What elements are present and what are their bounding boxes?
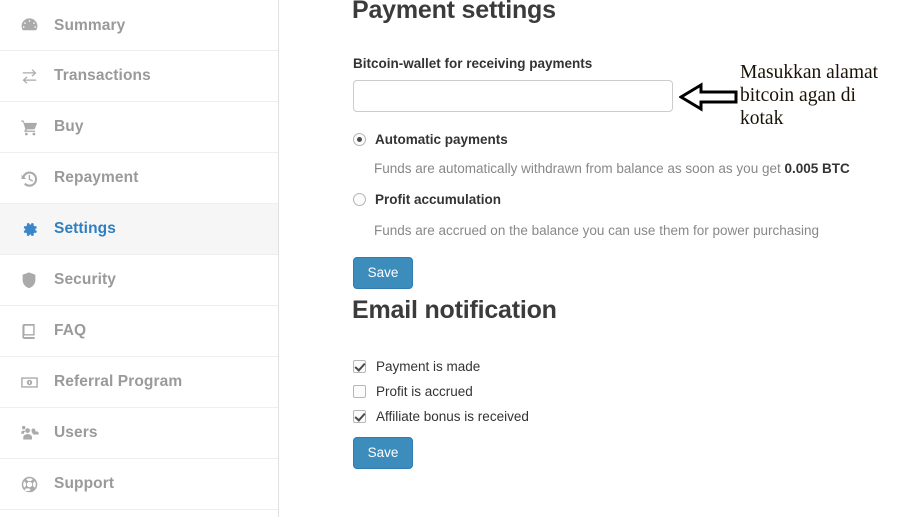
radio-icon-automatic-payments[interactable]: [353, 133, 366, 146]
save-payment-settings-button[interactable]: Save: [353, 257, 413, 289]
sidebar-item-label: Transactions: [54, 67, 151, 84]
sidebar-item-label: Buy: [54, 118, 84, 135]
sidebar-item-repayment[interactable]: Repayment: [0, 153, 278, 204]
page-title-payment-settings: Payment settings: [352, 0, 556, 24]
banknote-icon: [20, 373, 54, 392]
sidebar-item-label: FAQ: [54, 322, 87, 339]
sidebar-item-label: Summary: [54, 16, 126, 34]
history-icon: [20, 169, 54, 188]
book-icon: [20, 322, 54, 341]
save-email-notification-button[interactable]: Save: [353, 437, 413, 469]
help-text-profit-accumulation: Funds are accrued on the balance you can…: [374, 223, 820, 238]
sidebar-item-label: Support: [54, 475, 115, 492]
page-title-email-notification: Email notification: [352, 296, 557, 324]
checkbox-icon-payment-is-made[interactable]: [353, 360, 366, 373]
checkbox-row-affiliate-bonus-is-received[interactable]: Affiliate bonus is received: [353, 409, 529, 424]
radio-option-profit-accumulation[interactable]: Profit accumulation: [353, 192, 501, 207]
gear-icon: [20, 220, 54, 239]
radio-label-automatic-payments: Automatic payments: [375, 132, 508, 147]
sidebar-item-label: Settings: [54, 220, 116, 237]
cart-icon: [20, 118, 54, 137]
sidebar-item-settings[interactable]: Settings: [0, 204, 278, 255]
checkbox-row-payment-is-made[interactable]: Payment is made: [353, 359, 480, 374]
sidebar-item-label: Users: [54, 424, 98, 441]
exchange-icon: [20, 67, 54, 86]
sidebar-item-faq[interactable]: FAQ: [0, 306, 278, 357]
help-text-automatic-prefix: Funds are automatically withdrawn from b…: [374, 161, 785, 176]
checkbox-icon-profit-is-accrued[interactable]: [353, 385, 366, 398]
sidebar-item-label: Repayment: [54, 169, 139, 186]
sidebar-item-label: Security: [54, 271, 116, 288]
checkbox-label-profit-is-accrued: Profit is accrued: [376, 384, 473, 399]
sidebar-item-support[interactable]: Support: [0, 459, 278, 510]
help-text-automatic-amount: 0.005 BTC: [784, 161, 850, 176]
sidebar-item-referral-program[interactable]: Referral Program: [0, 357, 278, 408]
shield-icon: [20, 271, 54, 289]
dashboard-icon: [20, 16, 54, 35]
bitcoin-wallet-input[interactable]: [353, 80, 673, 112]
wallet-field-label: Bitcoin-wallet for receiving payments: [353, 56, 593, 71]
left-arrow-annotation-icon: [679, 82, 738, 112]
sidebar-item-buy[interactable]: Buy: [0, 102, 278, 153]
help-text-automatic-payments: Funds are automatically withdrawn from b…: [374, 161, 850, 176]
sidebar-item-label: Referral Program: [54, 373, 183, 390]
sidebar-item-transactions[interactable]: Transactions: [0, 51, 278, 102]
sidebar-item-summary[interactable]: Summary: [0, 0, 278, 51]
checkbox-row-profit-is-accrued[interactable]: Profit is accrued: [353, 384, 473, 399]
radio-option-automatic-payments[interactable]: Automatic payments: [353, 132, 508, 147]
sidebar-navigation: Summary Transactions Buy Repayment Settings S…: [0, 0, 279, 517]
annotation-text: Masukkan alamat bitcoin agan di kotak: [740, 62, 879, 129]
checkbox-icon-affiliate-bonus-is-received[interactable]: [353, 410, 366, 423]
radio-label-profit-accumulation: Profit accumulation: [375, 192, 502, 207]
sidebar-item-users[interactable]: Users: [0, 408, 278, 459]
checkbox-label-payment-is-made: Payment is made: [376, 359, 481, 374]
checkbox-label-affiliate-bonus-is-received: Affiliate bonus is received: [376, 409, 529, 424]
sidebar-item-security[interactable]: Security: [0, 255, 278, 306]
users-icon: [20, 424, 54, 443]
radio-icon-profit-accumulation[interactable]: [353, 193, 366, 206]
lifering-icon: [20, 475, 54, 494]
